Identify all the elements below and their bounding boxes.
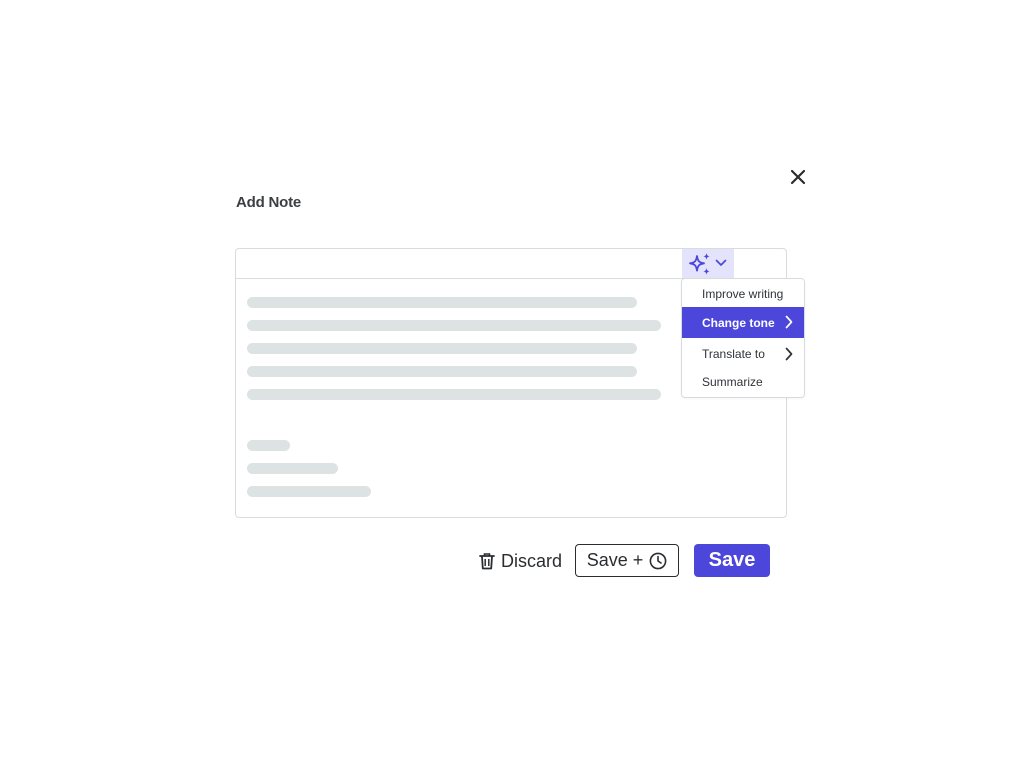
menu-item-label: Change tone	[702, 315, 775, 330]
menu-item-change-tone[interactable]: Change tone	[682, 307, 804, 338]
chevron-right-icon	[785, 347, 793, 361]
ai-assist-button[interactable]	[682, 249, 734, 278]
menu-item-improve-writing[interactable]: Improve writing	[682, 279, 804, 309]
discard-label: Discard	[501, 550, 563, 571]
menu-item-label: Translate to	[702, 347, 765, 361]
discard-button[interactable]: Discard	[479, 548, 562, 574]
menu-item-summarize[interactable]: Summarize	[682, 367, 804, 397]
clock-icon	[649, 552, 667, 569]
close-icon	[790, 169, 806, 185]
skeleton-line	[247, 297, 637, 308]
trash-icon	[479, 553, 495, 570]
skeleton-line	[247, 366, 637, 377]
add-note-dialog: Add Note Improve writing Change tone Tra…	[0, 0, 1024, 769]
menu-item-translate-to[interactable]: Translate to	[682, 339, 804, 369]
chevron-down-icon	[715, 259, 727, 266]
close-button[interactable]	[787, 166, 809, 188]
chevron-right-icon	[785, 315, 793, 329]
skeleton-line	[247, 440, 290, 451]
dialog-title: Add Note	[236, 194, 302, 211]
save-label: Save	[708, 549, 756, 571]
menu-item-label: Improve writing	[702, 287, 784, 301]
ai-actions-menu: Improve writing Change tone Translate to…	[681, 278, 805, 398]
save-schedule-label: Save +	[586, 550, 644, 570]
skeleton-line	[247, 389, 661, 400]
skeleton-line	[247, 463, 338, 474]
save-and-schedule-button[interactable]: Save +	[575, 544, 679, 577]
sparkles-icon	[689, 253, 710, 275]
menu-item-label: Summarize	[702, 375, 763, 389]
skeleton-line	[247, 320, 661, 331]
skeleton-line	[247, 343, 637, 354]
skeleton-line	[247, 486, 371, 497]
editor-toolbar	[236, 249, 786, 279]
save-button[interactable]: Save	[694, 544, 770, 577]
